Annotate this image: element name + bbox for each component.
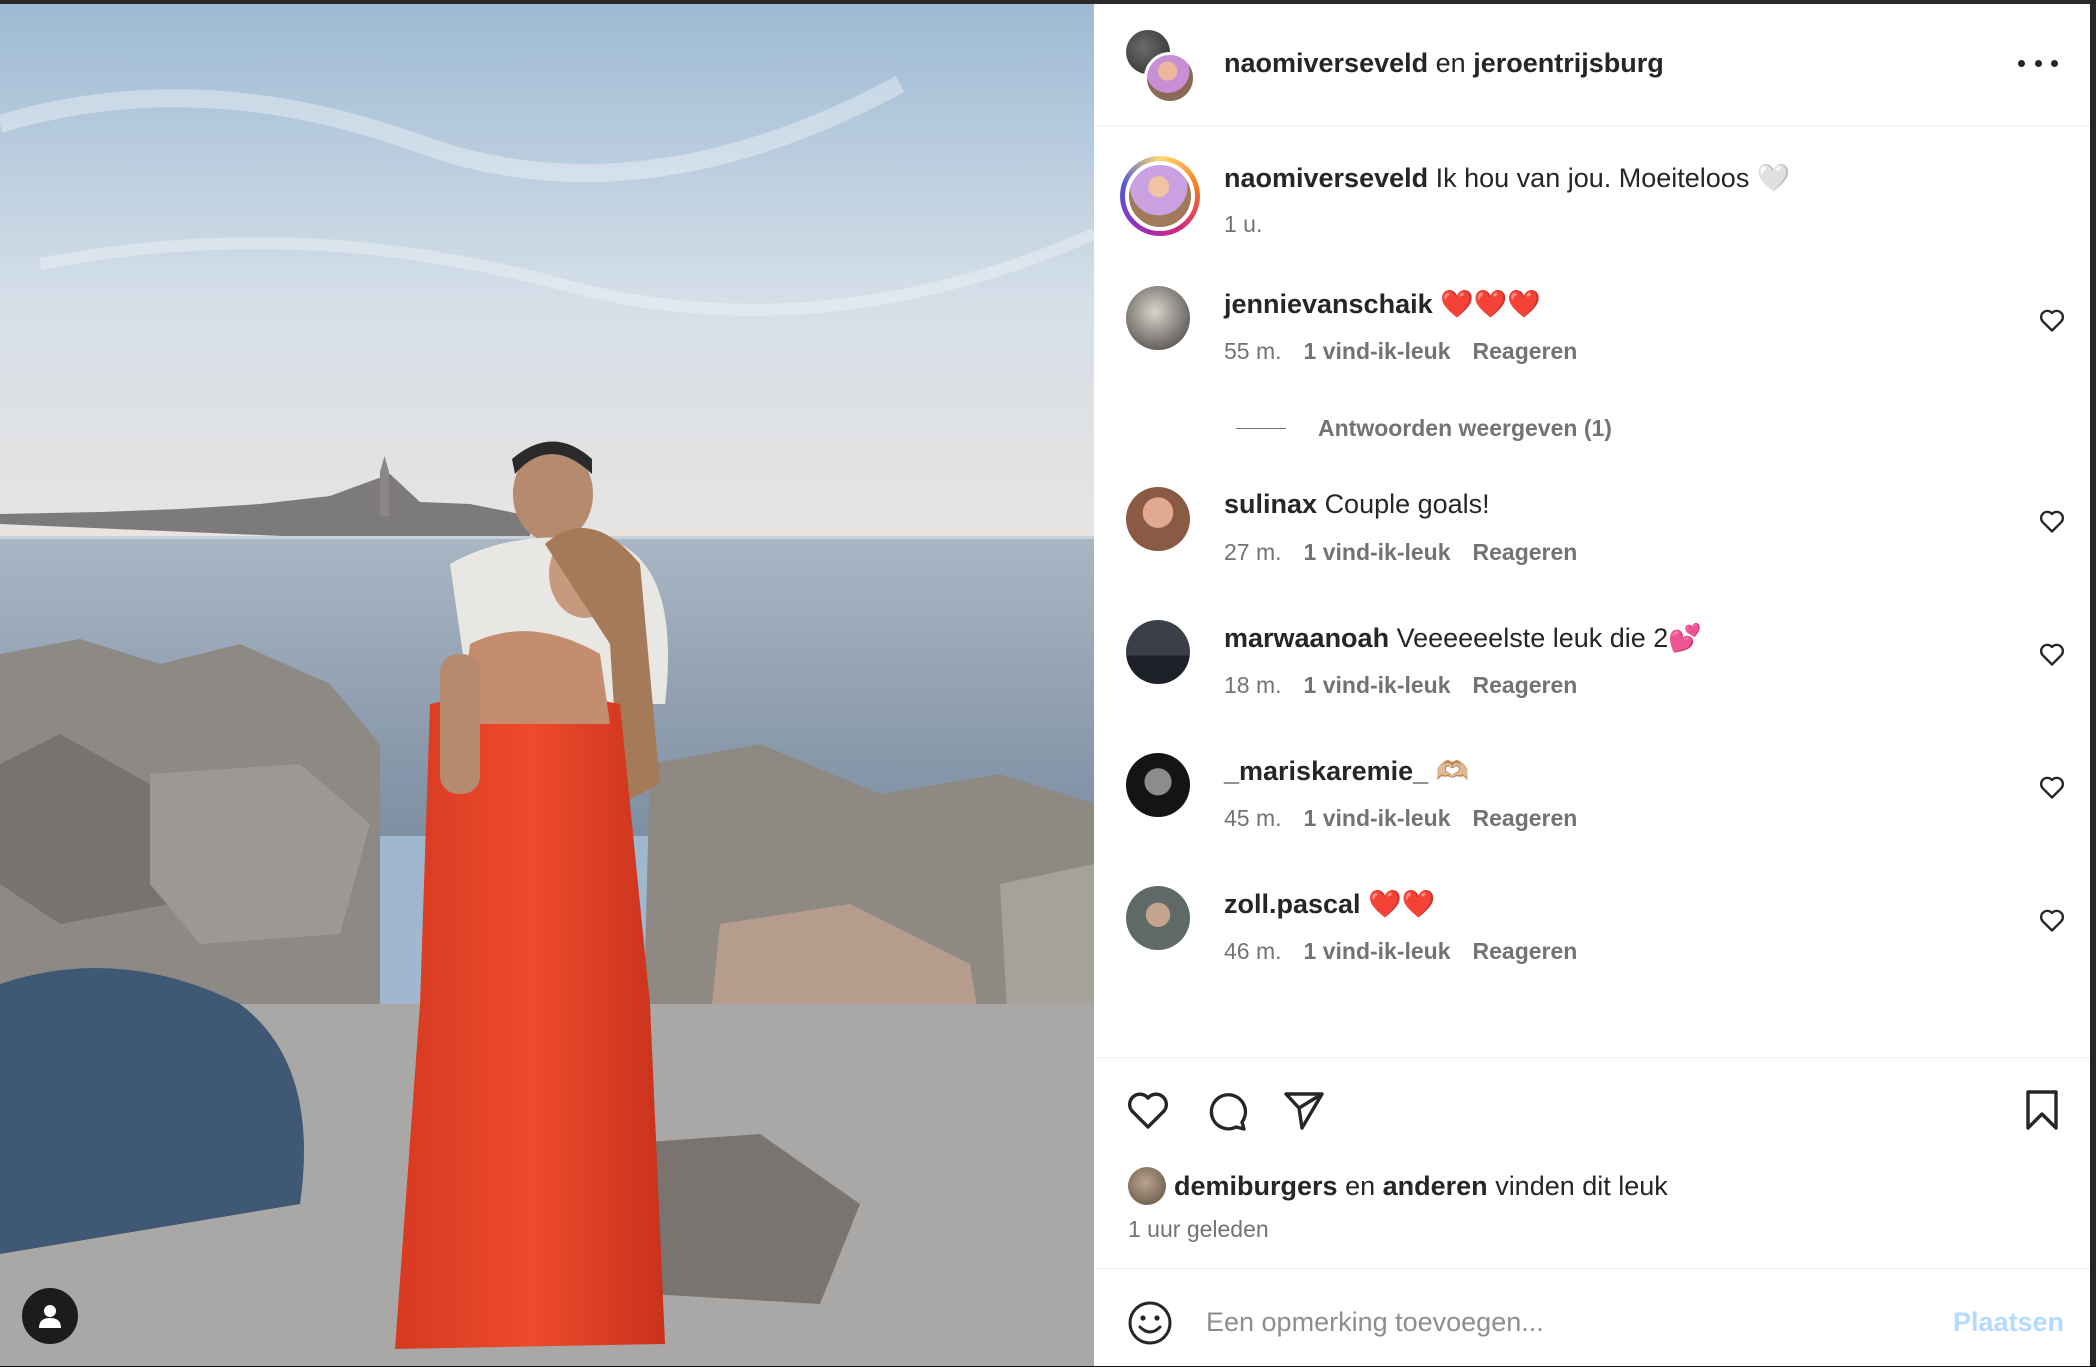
post-comment-button[interactable]: Plaatsen [1953,1307,2064,1338]
post-time[interactable]: 1 uur geleden [1128,1216,1269,1243]
comment-text: _mariskaremie_ 🫶🏼 [1224,755,1469,787]
avatar[interactable] [1126,886,1190,950]
comment-meta: 18 m. 1 vind-ik-leuk Reageren [1224,672,1577,699]
comment-username[interactable]: sulinax [1224,489,1317,519]
comment-body: Couple goals! [1324,489,1490,519]
post-authors: naomiverseveld en jeroentrijsburg [1224,48,1664,79]
comment-time[interactable]: 18 m. [1224,672,1282,698]
comment-likes[interactable]: 1 vind-ik-leuk [1304,338,1451,364]
post-caption: naomiverseveld Ik hou van jou. Moeiteloo… [1120,152,2070,242]
caption-body: Ik hou van jou. Moeiteloos 🤍 [1435,163,1791,193]
comment-username[interactable]: _mariskaremie_ [1224,756,1428,786]
post-photo [0,4,1094,1366]
comment-item: marwaanoah Veeeeeelste leuk die 2💕 18 m.… [1126,620,2066,700]
share-paper-plane-icon[interactable] [1280,1086,1328,1134]
avatar[interactable] [1126,487,1190,551]
comment-body: 🫶🏼 [1435,756,1470,786]
liker-username[interactable]: demiburgers [1174,1171,1338,1201]
heart-icon[interactable] [2038,773,2066,801]
caption-text: naomiverseveld Ik hou van jou. Moeiteloo… [1224,162,1790,194]
window-edge [2090,0,2096,1366]
caption-time[interactable]: 1 u. [1224,211,1262,238]
heart-icon[interactable] [2038,906,2066,934]
story-ring-avatar[interactable] [1120,156,1200,236]
emoji-icon[interactable] [1126,1299,1174,1347]
comment-input[interactable] [1206,1297,1906,1347]
more-options-icon[interactable] [2018,48,2058,78]
comment-meta: 45 m. 1 vind-ik-leuk Reageren [1224,805,1577,832]
comment-body: ❤️❤️ [1368,889,1436,919]
comment-likes[interactable]: 1 vind-ik-leuk [1304,539,1451,565]
comment-meta: 55 m. 1 vind-ik-leuk Reageren [1224,338,1577,365]
avatar[interactable] [1126,620,1190,684]
comment-likes[interactable]: 1 vind-ik-leuk [1304,672,1451,698]
comment-item: jennievanschaik ❤️❤️❤️ 55 m. 1 vind-ik-le… [1126,286,2066,366]
avatar[interactable] [1126,286,1190,350]
comment-bubble-icon[interactable] [1202,1086,1250,1134]
comment-body: Veeeeeelste leuk die 2💕 [1396,623,1702,653]
comment-time[interactable]: 46 m. [1224,938,1282,964]
reply-button[interactable]: Reageren [1473,539,1578,565]
avatar[interactable] [1126,753,1190,817]
save-bookmark-icon[interactable] [2018,1086,2066,1134]
likes-suffix: vinden dit leuk [1495,1170,1668,1201]
comment-meta: 27 m. 1 vind-ik-leuk Reageren [1224,539,1577,566]
likes-others-link[interactable]: anderen [1383,1171,1488,1201]
user-icon [39,1305,61,1328]
post-actions [1094,1057,2096,1138]
comment-username[interactable]: zoll.pascal [1224,889,1361,919]
heart-icon[interactable] [2038,306,2066,334]
likes-summary[interactable]: demiburgers en anderen vinden dit leuk [1128,1166,1668,1206]
comment-likes[interactable]: 1 vind-ik-leuk [1304,938,1451,964]
post-details-panel: naomiverseveld en jeroentrijsburg naomiv… [1094,4,2096,1366]
comment-username[interactable]: marwaanoah [1224,623,1389,653]
comment-text: zoll.pascal ❤️❤️ [1224,888,1435,920]
comment-text: sulinax Couple goals! [1224,489,1490,520]
likes-conjunction: en [1345,1170,1376,1201]
comment-likes[interactable]: 1 vind-ik-leuk [1304,805,1451,831]
tagged-users-button[interactable] [22,1288,78,1344]
author-link[interactable]: jeroentrijsburg [1473,48,1664,78]
heart-icon[interactable] [2038,640,2066,668]
comment-body: ❤️❤️❤️ [1440,289,1541,319]
reply-button[interactable]: Reageren [1473,938,1578,964]
avatar [1128,1167,1166,1205]
collab-avatars[interactable] [1126,30,1196,104]
caption-username[interactable]: naomiverseveld [1224,163,1428,193]
author-conjunction: en [1435,48,1466,78]
reply-button[interactable]: Reageren [1473,672,1578,698]
view-replies-button[interactable]: Antwoorden weergeven (1) [1236,412,1612,444]
comment-meta: 46 m. 1 vind-ik-leuk Reageren [1224,938,1577,965]
comment-time[interactable]: 27 m. [1224,539,1282,565]
view-replies-label: Antwoorden weergeven (1) [1318,414,1612,441]
reply-button[interactable]: Reageren [1473,338,1578,364]
comment-item: _mariskaremie_ 🫶🏼 45 m. 1 vind-ik-leuk Rea… [1126,753,2066,833]
comment-text: jennievanschaik ❤️❤️❤️ [1224,288,1541,320]
comment-username[interactable]: jennievanschaik [1224,289,1433,319]
add-comment-bar: Plaatsen [1094,1268,2096,1367]
comment-time[interactable]: 55 m. [1224,338,1282,364]
post-header: naomiverseveld en jeroentrijsburg [1094,4,2096,126]
author-link[interactable]: naomiverseveld [1224,48,1428,78]
replies-divider [1236,427,1286,429]
avatar [1144,52,1196,104]
likes-text: demiburgers en anderen vinden dit leuk [1174,1171,1668,1202]
heart-icon[interactable] [2038,507,2066,535]
reply-button[interactable]: Reageren [1473,805,1578,831]
comment-text: marwaanoah Veeeeeelste leuk die 2💕 [1224,622,1702,654]
comment-item: sulinax Couple goals! 27 m. 1 vind-ik-leu… [1126,487,2066,567]
like-heart-icon[interactable] [1124,1086,1172,1134]
comment-time[interactable]: 45 m. [1224,805,1282,831]
comment-item: zoll.pascal ❤️❤️ 46 m. 1 vind-ik-leuk Reag… [1126,886,2066,966]
